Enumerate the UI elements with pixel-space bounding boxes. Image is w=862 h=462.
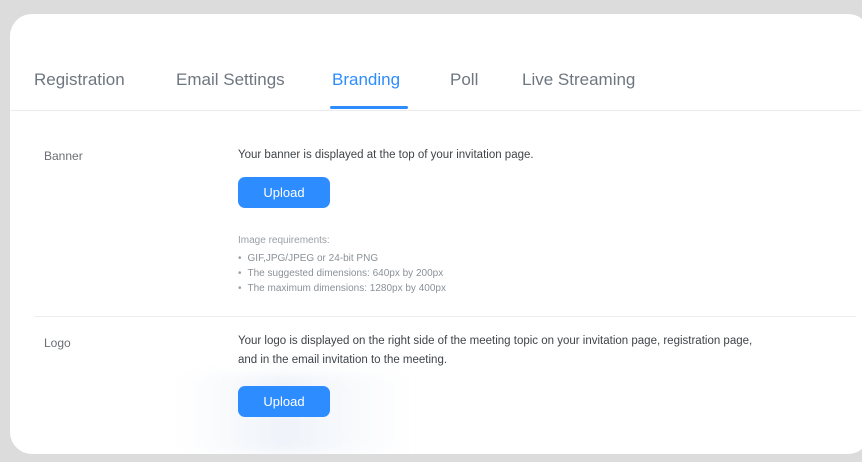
- tab-poll[interactable]: Poll: [450, 70, 478, 90]
- banner-upload-button[interactable]: Upload: [238, 177, 330, 208]
- requirement-item: GIF,JPG/JPEG or 24-bit PNG: [238, 251, 446, 266]
- logo-upload-button[interactable]: Upload: [238, 386, 330, 417]
- logo-description-line-1: Your logo is displayed on the right side…: [238, 335, 753, 347]
- image-requirements-title: Image requirements:: [238, 235, 330, 246]
- tab-branding[interactable]: Branding: [332, 70, 400, 90]
- banner-label: Banner: [44, 149, 83, 163]
- image-requirements-list: GIF,JPG/JPEG or 24-bit PNG The suggested…: [238, 251, 446, 296]
- tab-email-settings[interactable]: Email Settings: [176, 70, 285, 90]
- section-divider: [34, 316, 856, 317]
- active-tab-indicator: [330, 106, 408, 109]
- logo-description-line-2: and in the email invitation to the meeti…: [238, 354, 448, 366]
- requirement-item: The maximum dimensions: 1280px by 400px: [238, 281, 446, 296]
- settings-tab-bar: Registration Email Settings Branding Pol…: [10, 14, 862, 111]
- branding-settings-card: Registration Email Settings Branding Pol…: [10, 14, 862, 454]
- logo-label: Logo: [44, 336, 71, 350]
- requirement-item: The suggested dimensions: 640px by 200px: [238, 266, 446, 281]
- banner-description: Your banner is displayed at the top of y…: [238, 149, 534, 161]
- tab-registration[interactable]: Registration: [34, 70, 125, 90]
- tab-live-streaming[interactable]: Live Streaming: [522, 70, 635, 90]
- logo-description: Your logo is displayed on the right side…: [238, 332, 752, 370]
